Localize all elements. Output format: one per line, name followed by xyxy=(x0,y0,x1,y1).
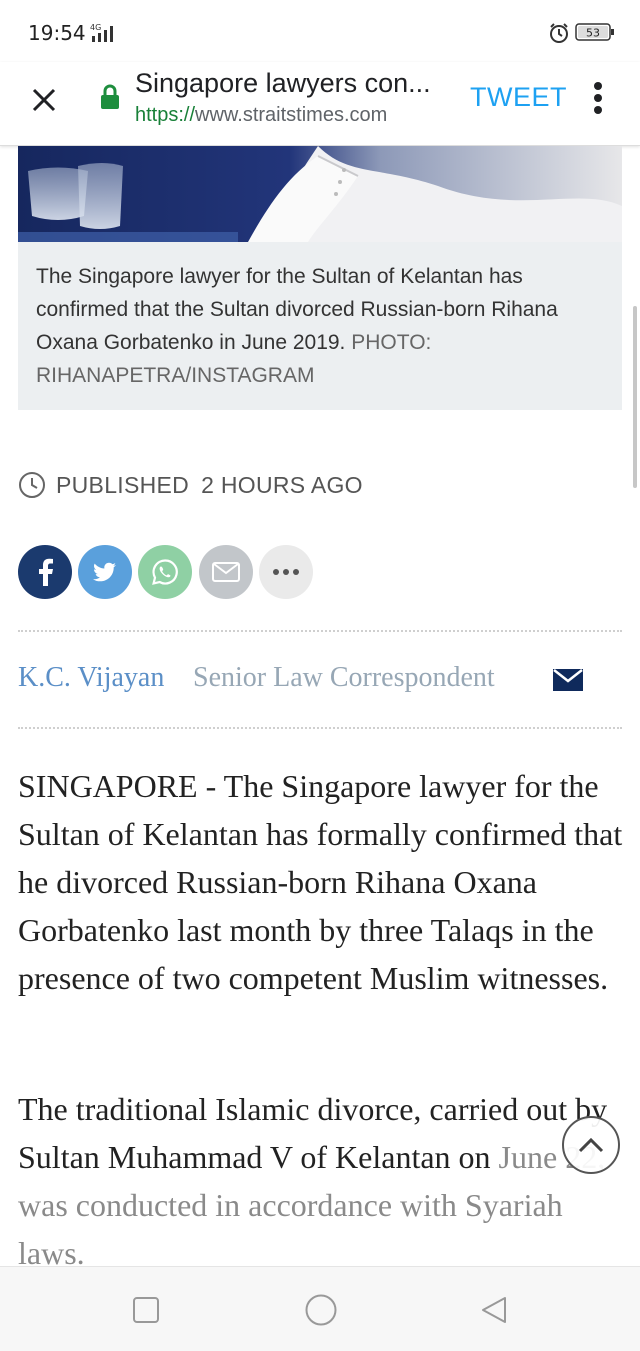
email-icon[interactable] xyxy=(212,562,240,582)
page-title: Singapore lawyers con... xyxy=(135,68,431,98)
caption-body: The Singapore lawyer for the Sultan of K… xyxy=(36,265,558,354)
chevron-up-icon[interactable] xyxy=(578,1137,604,1153)
status-bar: 19:54 4G 53 xyxy=(0,0,640,62)
back-icon[interactable] xyxy=(479,1295,509,1325)
byline: K.C. Vijayan Senior Law Correspondent xyxy=(18,660,622,700)
url-host: www.straitstimes.com xyxy=(195,104,388,126)
author-role: Senior Law Correspondent xyxy=(193,662,495,693)
article-paragraph: The traditional Islamic divorce, carried… xyxy=(18,1085,628,1277)
overflow-menu-button[interactable] xyxy=(586,78,610,118)
back-to-top-button[interactable] xyxy=(562,1116,620,1174)
facebook-icon[interactable] xyxy=(35,558,55,586)
scrollbar[interactable] xyxy=(633,306,637,488)
email-share-button[interactable] xyxy=(199,545,253,599)
recent-apps-icon[interactable] xyxy=(131,1295,161,1325)
whatsapp-icon[interactable] xyxy=(151,558,179,586)
lock-icon xyxy=(101,84,119,109)
url-scheme: https:// xyxy=(135,104,196,126)
alarm-icon xyxy=(550,23,568,43)
article-paragraph: SINGAPORE - The Singapore lawyer for the… xyxy=(18,768,623,996)
article-photo xyxy=(18,146,622,242)
battery-level: 53 xyxy=(586,27,600,40)
caption-text: The Singapore lawyer for the Sultan of K… xyxy=(36,260,604,392)
whatsapp-share-button[interactable] xyxy=(138,545,192,599)
home-icon[interactable] xyxy=(304,1293,338,1327)
facebook-share-button[interactable] xyxy=(18,545,72,599)
published-time: 2 HOURS AGO xyxy=(201,471,363,498)
published-label: PUBLISHED xyxy=(56,471,190,498)
mail-author-icon[interactable] xyxy=(553,669,583,691)
divider xyxy=(18,630,622,632)
tweet-button[interactable]: TWEET xyxy=(470,82,567,113)
close-icon[interactable] xyxy=(31,87,57,113)
battery-icon: 53 xyxy=(575,23,614,41)
more-share-button[interactable] xyxy=(259,545,313,599)
twitter-share-button[interactable] xyxy=(78,545,132,599)
photo-caption: The Singapore lawyer for the Sultan of K… xyxy=(18,242,622,410)
page-url[interactable]: https://www.straitstimes.com xyxy=(135,104,387,127)
network-type: 4G xyxy=(90,23,101,32)
status-time: 19:54 xyxy=(28,21,86,45)
twitter-icon[interactable] xyxy=(93,562,117,582)
more-icon[interactable] xyxy=(272,568,300,576)
signal-icon: 4G xyxy=(90,23,113,42)
published-info: PUBLISHED 2 HOURS AGO xyxy=(18,470,363,500)
author-name[interactable]: K.C. Vijayan xyxy=(18,662,164,694)
photo-illustration xyxy=(18,146,622,242)
browser-toolbar: Singapore lawyers con... https://www.str… xyxy=(0,62,640,146)
clock-icon xyxy=(19,472,45,498)
system-navigation-bar xyxy=(0,1266,640,1351)
close-button[interactable] xyxy=(24,80,64,120)
divider xyxy=(18,727,622,729)
